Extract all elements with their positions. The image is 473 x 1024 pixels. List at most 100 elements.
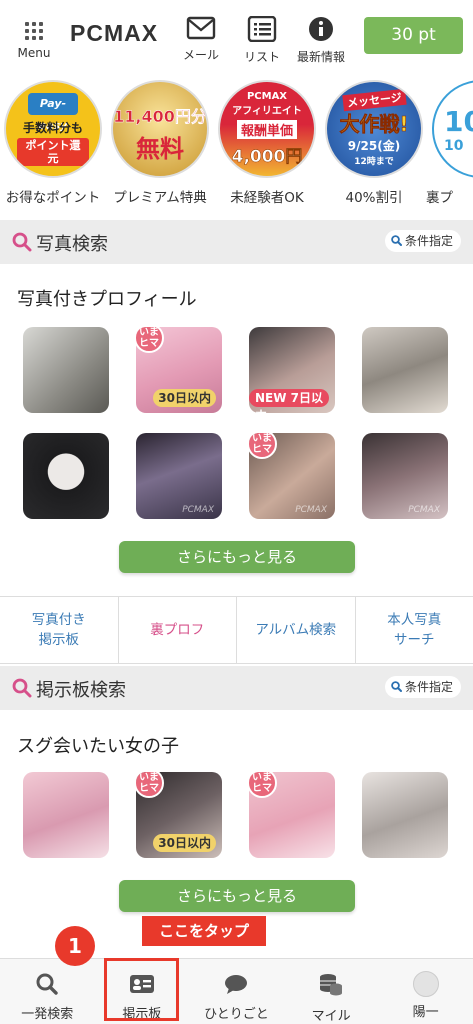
board-thumb[interactable]: いまヒマ xyxy=(249,772,335,858)
top-header: Menu PCMAX メール リスト 最新情報 30 pt xyxy=(0,0,473,72)
banner-text: 11,400円分 xyxy=(113,106,207,126)
menu-label: Menu xyxy=(17,46,51,60)
board-search-header: 掲示板検索 条件指定 xyxy=(0,666,473,710)
board-more-button[interactable]: さらにもっと見る xyxy=(119,880,355,912)
ima-hima-badge: いまヒマ xyxy=(136,772,164,798)
banner-text: 10 xyxy=(444,137,464,154)
search-icon xyxy=(36,973,58,995)
tab-label: 一発検索 xyxy=(21,1007,74,1022)
tab-profile[interactable]: 陽一 xyxy=(378,959,473,1024)
profile-thumb[interactable] xyxy=(23,327,109,413)
banner-caption: プレミアム特典 xyxy=(113,190,207,206)
banner-text: 9/25(金) xyxy=(347,138,401,153)
link-album-search[interactable]: アルバム検索 xyxy=(237,597,356,663)
link-photo-verify[interactable]: 本人写真 サーチ xyxy=(356,597,473,663)
banner-text: 10 xyxy=(444,104,473,138)
banner-text: PCMAX xyxy=(246,91,288,102)
ima-hima-badge: いまヒマ xyxy=(136,327,164,353)
days-badge: 30日以内 xyxy=(153,834,216,852)
section-title: 写真検索 xyxy=(36,234,108,255)
mail-button[interactable]: メール xyxy=(183,16,219,63)
tab-label: ひとりごと xyxy=(204,1007,269,1022)
banner-caption: 40%割引 xyxy=(345,190,403,206)
filter-button[interactable]: 条件指定 xyxy=(384,676,461,698)
watermark: PCMAX xyxy=(408,505,440,515)
mail-label: メール xyxy=(183,48,220,62)
points-button[interactable]: 30 pt xyxy=(364,17,463,54)
pcmax-logo[interactable]: PCMAX xyxy=(70,20,158,47)
board-thumb[interactable] xyxy=(23,772,109,858)
ima-hima-badge: いまヒマ xyxy=(249,433,277,459)
banner-text: 無料 xyxy=(136,134,184,163)
coins-icon xyxy=(320,974,343,996)
profile-thumb[interactable]: いまヒマ PCMAX xyxy=(249,433,335,519)
banner-text: 報酬単価 xyxy=(236,120,297,139)
profile-thumb[interactable]: いまヒマ 30日以内 xyxy=(136,327,222,413)
filter-label: 条件指定 xyxy=(404,680,453,694)
section-title: 掲示板検索 xyxy=(36,680,126,701)
banner-text: 手数料分も xyxy=(22,120,83,135)
highlight-box xyxy=(104,958,179,1021)
avatar-icon xyxy=(412,971,439,997)
news-button[interactable]: 最新情報 xyxy=(297,16,345,65)
banner-payeasy-logo: Pay-easy xyxy=(28,92,78,132)
profile-thumb[interactable] xyxy=(362,327,448,413)
banner-text: アフィリエイト xyxy=(232,106,302,117)
photo-search-header: 写真検索 条件指定 xyxy=(0,220,473,264)
banner-affiliate[interactable]: PCMAX アフィリエイト 報酬単価 4,000円 xyxy=(218,80,316,178)
list-icon xyxy=(247,15,277,43)
banner-text: 4,000円 xyxy=(231,147,303,168)
banner-message-campaign[interactable]: メッセージ 大作戦! 9/25(金) 12時まで xyxy=(325,80,423,178)
tab-quick-search[interactable]: 一発検索 xyxy=(0,959,95,1024)
link-ura-prof[interactable]: 裏プロフ xyxy=(119,597,237,663)
chat-bubble-icon xyxy=(225,975,248,994)
banner-ura-prof[interactable]: 10 10 xyxy=(432,80,473,178)
app-screen: Menu PCMAX メール リスト 最新情報 30 pt Pay-easy 手… xyxy=(0,0,473,1024)
profile-thumb[interactable]: PCMAX xyxy=(136,433,222,519)
watermark: PCMAX xyxy=(295,505,327,515)
board-thumb[interactable] xyxy=(362,772,448,858)
step-number-badge: 1 xyxy=(55,926,95,966)
banner-text: 12時まで xyxy=(354,156,394,167)
banner-caption: 未経験者OK xyxy=(230,190,304,206)
banner-premium[interactable]: 11,400円分 無料 xyxy=(111,80,209,178)
photo-links-grid: 写真付き 掲示板 裏プロフ アルバム検索 本人写真 サーチ xyxy=(0,596,473,664)
tab-label: マイル xyxy=(311,1009,351,1024)
link-label: 裏プロフ xyxy=(150,622,205,638)
profile-thumb[interactable] xyxy=(23,433,109,519)
news-label: 最新情報 xyxy=(297,50,346,64)
search-icon xyxy=(391,681,402,692)
board-subtitle: スグ会いたい女の子 xyxy=(17,736,179,757)
search-icon xyxy=(12,232,32,252)
bottom-tab-bar: 一発検索 掲示板 ひとりごと マイル 陽一 xyxy=(0,958,473,1024)
tab-mile[interactable]: マイル xyxy=(284,959,379,1024)
profile-thumb[interactable]: NEW 7日以内 xyxy=(249,327,335,413)
mail-icon xyxy=(186,16,216,40)
link-label: アルバム検索 xyxy=(255,622,337,638)
banner-text: 大作戦! xyxy=(339,111,409,136)
ima-hima-badge: いまヒマ xyxy=(249,772,277,798)
new-badge: NEW 7日以内 xyxy=(249,389,329,413)
profile-thumb[interactable]: PCMAX xyxy=(362,433,448,519)
link-photo-board[interactable]: 写真付き 掲示板 xyxy=(0,597,119,663)
photo-more-button[interactable]: さらにもっと見る xyxy=(119,541,355,573)
list-button[interactable]: リスト xyxy=(244,15,281,65)
photo-profile-subtitle: 写真付きプロフィール xyxy=(17,289,197,310)
tab-hitorigoto[interactable]: ひとりごと xyxy=(189,959,284,1024)
menu-button[interactable]: Menu xyxy=(14,22,54,60)
tab-label: 陽一 xyxy=(412,1005,439,1020)
banner-text: ポイント還元 xyxy=(17,137,89,166)
info-icon xyxy=(309,17,333,41)
link-label: 本人写真 サーチ xyxy=(387,612,442,648)
search-icon xyxy=(12,678,32,698)
banner-caption: 裏プ xyxy=(426,190,453,206)
banner-payeasy[interactable]: Pay-easy 手数料分も ポイント還元 xyxy=(4,80,102,178)
days-badge: 30日以内 xyxy=(153,389,216,407)
list-label: リスト xyxy=(244,50,281,64)
filter-button[interactable]: 条件指定 xyxy=(384,230,461,252)
search-icon xyxy=(391,235,402,246)
board-thumb[interactable]: いまヒマ 30日以内 xyxy=(136,772,222,858)
link-label: 写真付き 掲示板 xyxy=(31,612,86,648)
filter-label: 条件指定 xyxy=(404,234,453,248)
menu-grid-icon xyxy=(25,22,43,40)
